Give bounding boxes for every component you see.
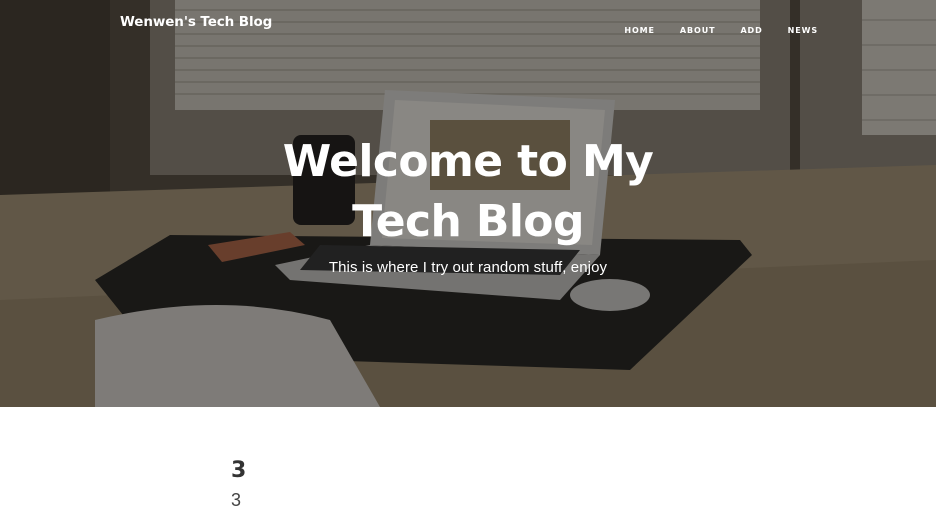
nav-item-about: About: [680, 18, 716, 37]
masthead: Wenwen's Tech Blog Home About Add News W…: [0, 0, 936, 407]
site-heading: Welcome to My Tech Blog This is where I …: [0, 132, 936, 276]
nav-links: Home About Add News: [599, 18, 818, 37]
post-title-link[interactable]: 3: [231, 459, 246, 483]
nav-link-add[interactable]: Add: [740, 26, 762, 35]
nav-item-home: Home: [624, 18, 655, 37]
nav-item-news: News: [788, 18, 818, 37]
hero-subtitle: This is where I try out random stuff, en…: [328, 259, 608, 276]
main-content: 3 3: [0, 407, 936, 512]
navbar: Wenwen's Tech Blog Home About Add News: [0, 0, 936, 46]
nav-item-add: Add: [740, 18, 762, 37]
nav-link-home[interactable]: Home: [624, 26, 655, 35]
hero-title: Welcome to My Tech Blog: [282, 136, 654, 247]
nav-link-about[interactable]: About: [680, 26, 716, 35]
nav-link-news[interactable]: News: [788, 26, 818, 35]
post-preview: 3 3: [231, 459, 246, 511]
brand-link[interactable]: Wenwen's Tech Blog: [120, 14, 272, 30]
post-subtitle: 3: [231, 490, 242, 510]
